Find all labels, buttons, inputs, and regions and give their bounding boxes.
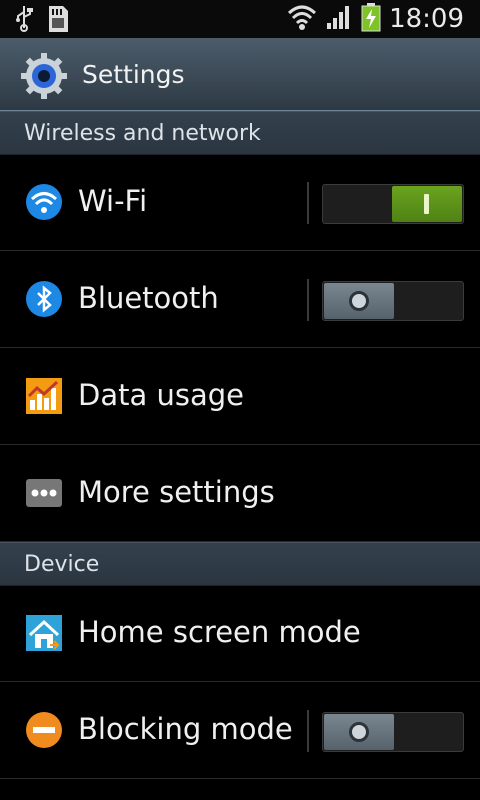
action-bar: Settings [0, 38, 480, 111]
settings-row-more-settings[interactable]: More settings [0, 445, 480, 542]
blocking-mode-toggle[interactable] [322, 712, 464, 752]
sd-card-icon [46, 4, 70, 38]
settings-row-label: Home screen mode [78, 615, 361, 649]
divider [307, 279, 309, 321]
divider [307, 710, 309, 752]
settings-row-blocking-mode[interactable]: Blocking mode [0, 682, 480, 779]
battery-charging-icon [361, 2, 381, 36]
wifi-icon [24, 182, 64, 222]
bluetooth-toggle[interactable] [322, 281, 464, 321]
toggle-knob [392, 186, 462, 222]
wifi-toggle[interactable] [322, 184, 464, 224]
divider [307, 182, 309, 224]
cell-signal-icon [325, 3, 353, 35]
clock: 18:09 [389, 4, 464, 34]
settings-row-home-screen-mode[interactable]: Home screen mode [0, 585, 480, 682]
wifi-signal-icon [287, 3, 317, 35]
section-header-wireless: Wireless and network [0, 111, 480, 155]
page-title: Settings [82, 60, 185, 89]
home-icon [24, 613, 64, 653]
settings-row-label: Bluetooth [78, 281, 219, 315]
settings-row-bluetooth[interactable]: Bluetooth [0, 251, 480, 348]
settings-row-label: More settings [78, 475, 275, 509]
gear-icon[interactable] [20, 52, 68, 104]
toggle-knob [324, 714, 394, 750]
blocking-icon [24, 710, 64, 750]
bluetooth-icon [24, 279, 64, 319]
settings-row-wifi[interactable]: Wi-Fi [0, 154, 480, 251]
settings-row-data-usage[interactable]: Data usage [0, 348, 480, 445]
settings-row-label: Blocking mode [78, 712, 293, 746]
status-bar: 18:09 [0, 0, 480, 38]
usb-icon [14, 4, 34, 38]
toggle-knob [324, 283, 394, 319]
more-icon [24, 473, 64, 513]
section-title: Wireless and network [24, 121, 261, 146]
section-header-device: Device [0, 542, 480, 586]
settings-row-label: Data usage [78, 378, 244, 412]
data-usage-icon [24, 376, 64, 416]
section-title: Device [24, 552, 100, 577]
settings-row-label: Wi-Fi [78, 184, 148, 218]
